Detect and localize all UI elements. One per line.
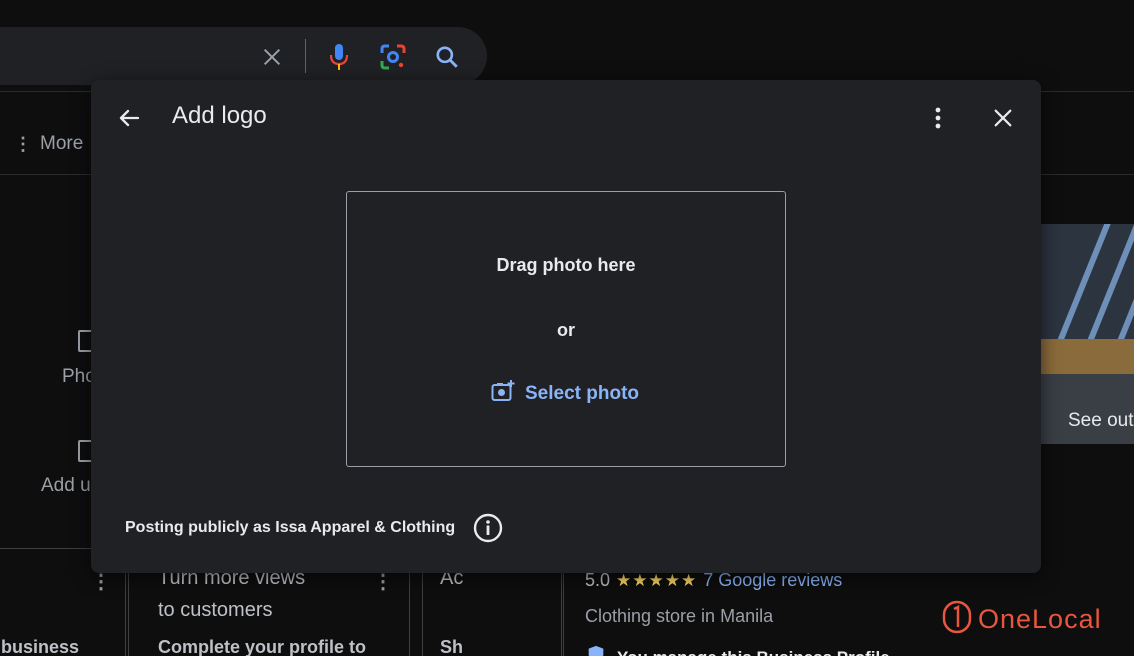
onelocal-logo-icon xyxy=(942,600,972,639)
card-3-sub: Sh xyxy=(440,637,464,656)
card-1-text: business xyxy=(1,637,80,656)
search-icon[interactable] xyxy=(432,42,462,72)
or-text: or xyxy=(557,320,575,340)
see-outside-caption[interactable]: See out xyxy=(1068,410,1134,432)
rating-stars: ★★★★★ xyxy=(616,570,698,590)
reviews-link[interactable]: 7 Google reviews xyxy=(703,570,842,591)
back-arrow-icon[interactable] xyxy=(115,104,143,132)
panel-divider xyxy=(563,560,564,656)
posting-as-row: Posting publicly as Issa Apparel & Cloth… xyxy=(125,513,503,543)
select-photo-label: Select photo xyxy=(525,382,640,404)
select-photo-button[interactable]: Select photo xyxy=(491,380,639,407)
rating-row: 5.0 ★★★★★ 7 Google reviews xyxy=(585,570,842,591)
clear-search-icon[interactable] xyxy=(257,42,287,72)
card-2-sub: Complete your profile to xyxy=(158,637,367,656)
lens-icon[interactable] xyxy=(378,42,408,72)
search-divider xyxy=(305,39,306,73)
add-photo-icon xyxy=(491,380,515,407)
more-tab[interactable]: ⋮ More xyxy=(14,133,83,155)
close-icon[interactable] xyxy=(989,104,1017,132)
more-options-icon[interactable] xyxy=(924,104,952,132)
manage-profile-text: You manage this Business Profile xyxy=(617,648,890,656)
search-bar[interactable] xyxy=(0,27,487,85)
posting-as-text: Posting publicly as Issa Apparel & Cloth… xyxy=(125,519,456,536)
rating-score: 5.0 xyxy=(585,570,611,590)
more-tab-label: More xyxy=(40,133,84,154)
drag-photo-text: Drag photo here xyxy=(496,255,636,275)
info-icon[interactable] xyxy=(473,513,503,543)
microphone-icon[interactable] xyxy=(324,42,354,72)
add-logo-dialog: Add logo Drag photo here or Select photo… xyxy=(91,80,1041,573)
more-vert-icon: ⋮ xyxy=(14,133,32,154)
verified-shield-icon xyxy=(585,644,607,656)
photo-dropzone[interactable]: Drag photo here or Select photo xyxy=(346,191,786,467)
business-category: Clothing store in Manila xyxy=(585,606,774,626)
manage-profile-row: You manage this Business Profile xyxy=(585,644,890,656)
brand-watermark: OneLocal xyxy=(942,600,1102,639)
card-2-line2: to customers xyxy=(158,599,273,621)
brand-text: OneLocal xyxy=(978,604,1102,634)
add-update-label[interactable]: Add u xyxy=(41,475,91,497)
dialog-title: Add logo xyxy=(172,102,267,129)
